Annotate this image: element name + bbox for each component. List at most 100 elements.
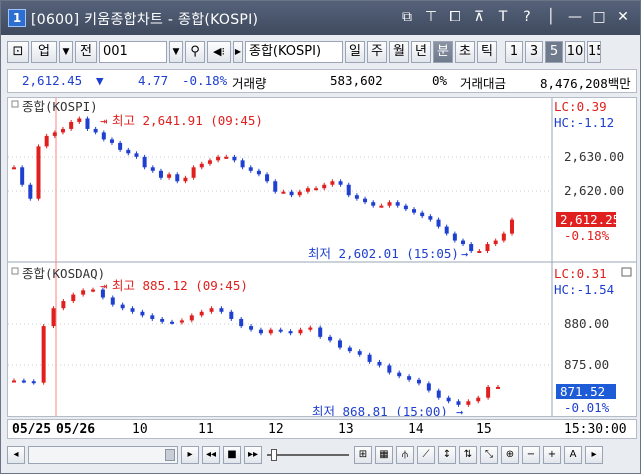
- candle: [428, 216, 433, 220]
- candle: [219, 308, 224, 312]
- period-tick-button[interactable]: 틱: [477, 41, 497, 63]
- code-dropdown-icon[interactable]: ▼: [169, 41, 183, 63]
- chart-type-icon[interactable]: ⊡: [7, 41, 29, 63]
- time-label-15: 15: [476, 422, 492, 437]
- compare-icon[interactable]: ⇅: [459, 446, 477, 464]
- candle: [207, 160, 212, 164]
- rewind-icon[interactable]: ◂◂: [202, 446, 220, 464]
- interval-1-button[interactable]: 1: [505, 41, 523, 63]
- stop-icon[interactable]: ■: [223, 446, 241, 464]
- minimize-button[interactable]: —: [566, 8, 584, 26]
- time-label-14: 14: [408, 422, 424, 437]
- time-scrollbar[interactable]: [28, 446, 178, 464]
- period-second-button[interactable]: 초: [455, 41, 475, 63]
- title-bar[interactable]: 1 [0600] 키움종합차트 - 종합(KOSPI) ⧉ ⊤ ⧠ ⊼ T ? …: [1, 1, 640, 35]
- period-minute-button[interactable]: 분: [433, 41, 453, 63]
- help-icon[interactable]: ?: [518, 8, 536, 26]
- close-button[interactable]: ✕: [614, 8, 632, 26]
- candle: [170, 321, 175, 324]
- low-arrow-icon: →: [461, 247, 468, 261]
- collapse-icon[interactable]: ⊼: [470, 8, 488, 26]
- code-input[interactable]: 001: [99, 41, 167, 63]
- fast-forward-icon[interactable]: ▸▸: [244, 446, 262, 464]
- crosshair-icon[interactable]: ⊞: [354, 446, 372, 464]
- interval-15-button[interactable]: 15: [587, 41, 601, 63]
- link-window-icon[interactable]: ⧉: [398, 8, 416, 26]
- chart-area[interactable]: 종합(KOSPI) 최고 2,641.91 (09:45) ⇥ 최저 2,602…: [7, 97, 637, 419]
- candle: [363, 198, 368, 203]
- candle: [118, 142, 123, 150]
- window-number-badge: 1: [8, 9, 26, 27]
- prev-code-button[interactable]: 전: [75, 41, 97, 63]
- zoom-out-icon[interactable]: −: [522, 446, 540, 464]
- zoom-in-icon[interactable]: ⊕: [501, 446, 519, 464]
- candle: [371, 202, 376, 206]
- kospi-current-price: 2,612.25: [560, 212, 620, 227]
- font-size-icon[interactable]: T: [494, 8, 512, 26]
- panel-maximize-icon[interactable]: [621, 267, 632, 277]
- candle: [493, 240, 498, 245]
- sound-dropdown-icon[interactable]: ▶: [233, 41, 243, 63]
- candle: [175, 174, 180, 182]
- high-arrow-icon: ⇥: [100, 114, 107, 128]
- interval-10-button[interactable]: 10: [565, 41, 585, 63]
- candle: [436, 219, 441, 227]
- volume-pct: 0%: [432, 73, 448, 88]
- quote-bar: 2,612.45 ▼ 4.77 -0.18% 거래량 583,602 0% 거래…: [7, 69, 637, 93]
- kosdaq-current-pct: -0.01%: [564, 400, 610, 415]
- candle: [297, 191, 302, 196]
- interval-5-button[interactable]: 5: [545, 41, 563, 63]
- price-change-pct: -0.18%: [182, 73, 228, 88]
- pin-top-icon[interactable]: ⊤: [422, 8, 440, 26]
- candle: [387, 365, 392, 373]
- ruler-icon[interactable]: ↕: [438, 446, 456, 464]
- auto-scale-icon[interactable]: A: [564, 446, 582, 464]
- candle: [150, 167, 155, 171]
- candle: [183, 177, 188, 182]
- candle: [110, 297, 115, 305]
- candle: [91, 289, 96, 292]
- maximize-button[interactable]: □: [590, 8, 608, 26]
- sound-icon[interactable]: ◀⁝: [207, 41, 231, 63]
- candle: [395, 202, 400, 206]
- time-axis: 05/25 05/26 10 11 12 13 14 15 15:30:00: [7, 419, 637, 439]
- interval-3-button[interactable]: 3: [525, 41, 543, 63]
- period-week-button[interactable]: 주: [367, 41, 387, 63]
- zoom-slider[interactable]: [265, 446, 351, 464]
- candle: [258, 329, 263, 334]
- drawing-icon[interactable]: ⟋: [417, 446, 435, 464]
- sector-dropdown-icon[interactable]: ▼: [59, 41, 73, 63]
- candle: [510, 219, 514, 234]
- candle: [28, 184, 33, 199]
- candlestick-chart[interactable]: 종합(KOSPI) 최고 2,641.91 (09:45) ⇥ 최저 2,602…: [8, 98, 636, 419]
- period-year-button[interactable]: 년: [411, 41, 431, 63]
- time-label-11: 11: [198, 422, 214, 437]
- candle: [240, 160, 245, 168]
- search-icon[interactable]: ⚲: [185, 41, 205, 63]
- period-month-button[interactable]: 월: [389, 41, 409, 63]
- grid-toggle-icon[interactable]: ▦: [375, 446, 393, 464]
- sector-button[interactable]: 업: [31, 41, 57, 63]
- price-change: 4.77: [138, 73, 169, 88]
- panel-collapse-icon: [11, 100, 19, 108]
- candle: [278, 329, 283, 332]
- scroll-left-icon[interactable]: ◂: [7, 446, 25, 464]
- scroll-thumb[interactable]: [165, 449, 175, 461]
- scroll-right-icon[interactable]: ▸: [585, 446, 603, 464]
- period-day-button[interactable]: 일: [345, 41, 365, 63]
- line-tool-icon[interactable]: ⤡: [480, 446, 498, 464]
- plus-icon[interactable]: +: [543, 446, 561, 464]
- code-name-field: 종합(KOSPI): [245, 41, 343, 63]
- kosdaq-tick-880: 880.00: [564, 316, 609, 331]
- play-icon[interactable]: ▸: [181, 446, 199, 464]
- candle: [367, 354, 372, 362]
- candle: [496, 386, 500, 389]
- kospi-high-label: 최고 2,641.91 (09:45): [112, 113, 263, 128]
- indicator-icon[interactable]: ⫛: [396, 446, 414, 464]
- zoom-slider-handle: [271, 449, 277, 461]
- candle: [387, 202, 392, 206]
- candle: [249, 326, 254, 330]
- candle: [305, 188, 310, 192]
- candle: [21, 380, 26, 383]
- copy-window-icon[interactable]: ⧠: [446, 8, 464, 26]
